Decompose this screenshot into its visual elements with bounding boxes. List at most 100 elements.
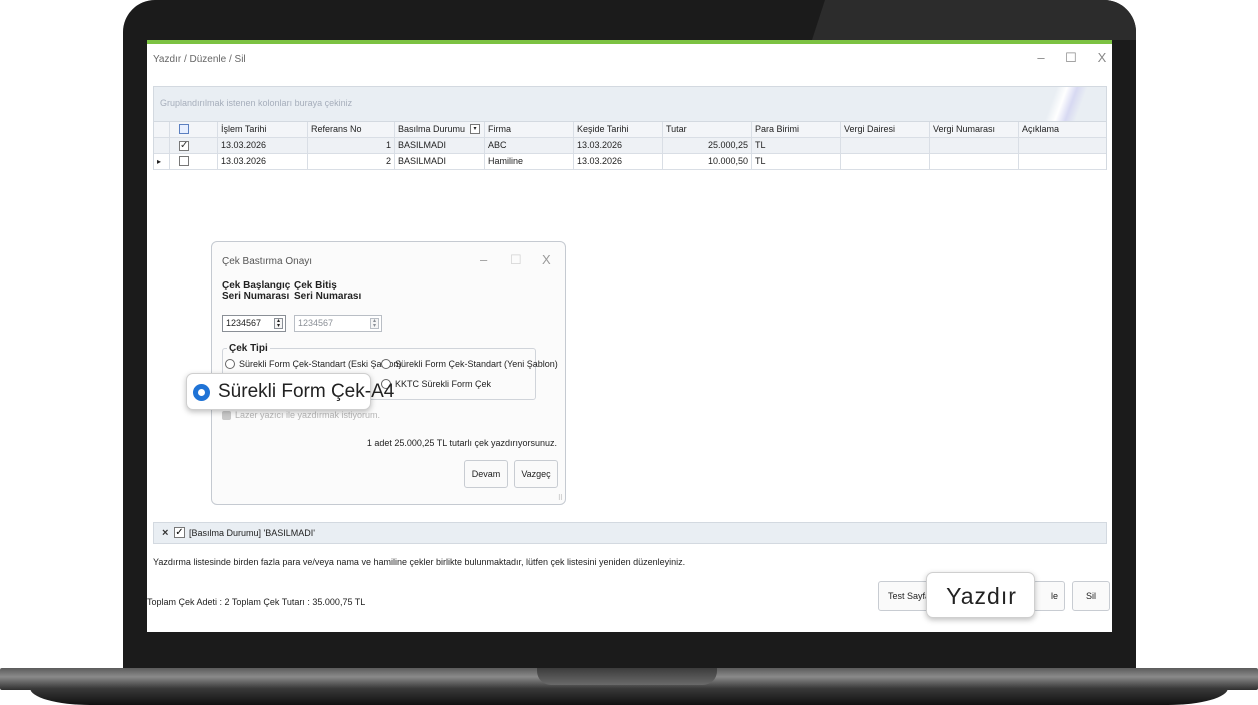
col-tutar[interactable]: Tutar (663, 122, 752, 138)
app-window: Yazdır / Düzenle / Sil – ☐ X Gruplandırı… (147, 40, 1112, 632)
minimize-button[interactable]: – (1031, 50, 1051, 65)
cell-aciklama (1019, 138, 1107, 154)
laser-printer-label: Lazer yazıcı ile yazdırmak istiyorum. (235, 410, 381, 420)
start-serial-stepper[interactable]: 1234567 ▴ ▾ (222, 315, 286, 332)
panel-decoration (1016, 87, 1106, 121)
resize-grip-icon[interactable]: ⠿ (558, 494, 563, 502)
col-vergi-dairesi[interactable]: Vergi Dairesi (841, 122, 930, 138)
radio-circle-icon (225, 359, 235, 369)
laptop-base-bottom (30, 688, 1228, 705)
grid-header: İşlem Tarihi Referans No Basılma Durumu ▾… (154, 122, 1106, 138)
cell-tutar: 25.000,25 (663, 138, 752, 154)
close-button[interactable]: X (1092, 50, 1112, 65)
dialog-close-button[interactable]: X (542, 252, 551, 267)
callout-surekli-form-a4[interactable]: Sürekli Form Çek-A4 (186, 373, 394, 410)
row-indicator (154, 138, 170, 154)
print-summary: 1 adet 25.000,25 TL tutarlı çek yazdırıy… (366, 438, 557, 448)
end-serial-label-line2: Seri Numarası (294, 291, 362, 302)
group-hint: Gruplandırılmak istenen kolonları buraya… (160, 98, 353, 108)
col-basilma-durumu[interactable]: Basılma Durumu ▾ (395, 122, 485, 138)
cell-keside-tarihi: 13.03.2026 (574, 154, 663, 170)
col-aciklama[interactable]: Açıklama (1019, 122, 1107, 138)
col-basilma-durumu-label: Basılma Durumu (398, 124, 466, 134)
cell-basilma-durumu: BASILMADI (395, 138, 485, 154)
lid-glare (812, 0, 1136, 40)
cell-islem-tarihi: 13.03.2026 (218, 138, 308, 154)
maximize-button[interactable]: ☐ (1061, 50, 1081, 66)
end-serial-value: 1234567 (298, 318, 334, 328)
cek-tipi-label: Çek Tipi (227, 343, 270, 354)
col-islem-tarihi[interactable]: İşlem Tarihi (218, 122, 308, 138)
radio-standart-eski-label: Sürekli Form Çek-Standart (Eski Şablon) (239, 359, 402, 369)
stepper-arrows-icon: ▴ ▾ (370, 318, 379, 329)
laser-printer-checkbox: Lazer yazıcı ile yazdırmak istiyorum. (222, 410, 380, 420)
cell-vergi-numarasi (930, 138, 1019, 154)
row-indicator: ▸ (154, 154, 170, 170)
filter-expression[interactable]: [Basılma Durumu] 'BASILMADI' (189, 528, 315, 538)
radio-circle-icon (381, 359, 391, 369)
sil-button[interactable]: Sil (1072, 581, 1110, 611)
clear-filter-icon[interactable]: × (162, 527, 168, 539)
cell-islem-tarihi: 13.03.2026 (218, 154, 308, 170)
cell-para-birimi: TL (752, 138, 841, 154)
dialog-minimize-button[interactable]: – (480, 252, 487, 267)
header-select-all[interactable] (170, 122, 218, 138)
devam-button[interactable]: Devam (464, 460, 508, 488)
dialog-maximize-button: ☐ (510, 252, 522, 267)
col-para-birimi[interactable]: Para Birimi (752, 122, 841, 138)
cell-tutar: 10.000,50 (663, 154, 752, 170)
cell-referans-no: 1 (308, 138, 395, 154)
cell-basilma-durumu: BASILMADI (395, 154, 485, 170)
row-checkbox[interactable]: ✓ (179, 141, 189, 151)
yazdir-button-label: Yazdır (946, 583, 1017, 609)
col-vergi-numarasi[interactable]: Vergi Numarası (930, 122, 1019, 138)
select-all-checkbox[interactable] (179, 124, 189, 134)
start-serial-label-line2: Seri Numarası (222, 291, 290, 302)
table-row[interactable]: ▸ 13.03.2026 2 BASILMADI Hamiline 13.03.… (154, 154, 1106, 170)
col-firma[interactable]: Firma (485, 122, 574, 138)
cell-vergi-numarasi (930, 154, 1019, 170)
cell-vergi-dairesi (841, 154, 930, 170)
cell-vergi-dairesi (841, 138, 930, 154)
totals-text: Toplam Çek Adeti : 2 Toplam Çek Tutarı :… (147, 597, 366, 607)
stepper-arrows-icon[interactable]: ▴ ▾ (274, 318, 283, 329)
disabled-checkbox-icon (222, 410, 231, 420)
col-referans-no[interactable]: Referans No (308, 122, 395, 138)
row-checkbox[interactable] (179, 156, 189, 166)
cell-keside-tarihi: 13.03.2026 (574, 138, 663, 154)
cheque-grid: İşlem Tarihi Referans No Basılma Durumu ▾… (153, 122, 1107, 170)
warning-text: Yazdırma listesinde birden fazla para ve… (153, 557, 686, 567)
start-serial-label: Çek Başlangıç Seri Numarası (222, 280, 290, 302)
cell-referans-no: 2 (308, 154, 395, 170)
active-filter-bar: × ✓ [Basılma Durumu] 'BASILMADI' (153, 522, 1107, 544)
radio-standart-yeni[interactable]: Sürekli Form Çek-Standart (Yeni Şablon) (381, 359, 558, 369)
radio-kktc-label: KKTC Sürekli Form Çek (395, 379, 492, 389)
table-row[interactable]: ✓ 13.03.2026 1 BASILMADI ABC 13.03.2026 … (154, 138, 1106, 154)
end-serial-label-line1: Çek Bitiş (294, 280, 337, 291)
col-keside-tarihi[interactable]: Keşide Tarihi (574, 122, 663, 138)
end-serial-label: Çek Bitiş Seri Numarası (294, 280, 361, 302)
radio-standart-yeni-label: Sürekli Form Çek-Standart (Yeni Şablon) (395, 359, 558, 369)
group-by-panel[interactable]: Gruplandırılmak istenen kolonları buraya… (153, 86, 1107, 122)
radio-kktc[interactable]: KKTC Sürekli Form Çek (381, 379, 491, 389)
vazgec-button[interactable]: Vazgeç (514, 460, 558, 488)
duzenle-button[interactable]: le (1033, 581, 1065, 611)
header-indicator (154, 122, 170, 138)
yazdir-button[interactable]: Yazdır (926, 572, 1035, 618)
filter-dropdown-icon[interactable]: ▾ (470, 124, 480, 134)
filter-enabled-checkbox[interactable]: ✓ (174, 527, 185, 538)
row-select[interactable] (170, 154, 218, 170)
row-select[interactable]: ✓ (170, 138, 218, 154)
laptop-notch (537, 668, 717, 685)
cell-aciklama (1019, 154, 1107, 170)
start-serial-value: 1234567 (226, 318, 262, 328)
title-bar: Yazdır / Düzenle / Sil – ☐ X (147, 44, 1112, 74)
radio-selected-icon (193, 384, 210, 401)
start-serial-label-line1: Çek Başlangıç (222, 280, 291, 291)
window-title: Yazdır / Düzenle / Sil (153, 54, 246, 65)
radio-standart-eski[interactable]: Sürekli Form Çek-Standart (Eski Şablon) (225, 359, 402, 369)
dialog-title: Çek Bastırma Onayı (222, 256, 313, 267)
callout-surekli-form-a4-label: Sürekli Form Çek-A4 (218, 381, 395, 402)
cell-para-birimi: TL (752, 154, 841, 170)
end-serial-stepper: 1234567 ▴ ▾ (294, 315, 382, 332)
